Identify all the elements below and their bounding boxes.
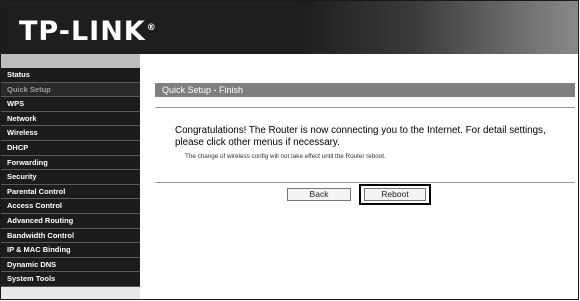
sidebar-item-dhcp[interactable]: DHCP [1,140,140,156]
sidebar-top-band [1,54,140,68]
sidebar-item-wps[interactable]: WPS [1,97,140,112]
tp-link-logo: TP-LINK® [19,13,157,47]
sidebar: Status Quick Setup WPS Network Wireless … [1,54,140,299]
registered-mark: ® [146,23,157,33]
sidebar-item-wireless[interactable]: Wireless [1,126,140,141]
sidebar-item-status[interactable]: Status [1,68,140,83]
sidebar-item-network[interactable]: Network [1,111,140,127]
header-gradient [301,1,578,54]
page-title-bar: Quick Setup - Finish [155,83,575,97]
sidebar-item-dynamic-dns[interactable]: Dynamic DNS [1,257,140,273]
back-button[interactable]: Back [287,188,351,201]
logo-text: TP-LINK [19,16,146,47]
sidebar-item-advanced-routing[interactable]: Advanced Routing [1,213,140,229]
sidebar-item-parental-control[interactable]: Parental Control [1,184,140,200]
divider-top [155,107,575,108]
reboot-button[interactable]: Reboot [364,188,426,201]
success-message: Congratulations! The Router is now conne… [175,125,546,148]
sidebar-item-security[interactable]: Security [1,170,140,185]
sidebar-item-ip-mac-binding[interactable]: IP & MAC Binding [1,243,140,258]
sidebar-item-forwarding[interactable]: Forwarding [1,155,140,171]
main-content: Quick Setup - Finish Congratulations! Th… [147,54,578,299]
header-banner: TP-LINK® [1,1,578,54]
page-title: Quick Setup - Finish [162,85,244,95]
reboot-note: The change of wireless config will not t… [185,153,386,160]
router-admin-window: TP-LINK® Status Quick Setup WPS Network … [0,0,579,300]
sidebar-item-access-control[interactable]: Access Control [1,199,140,214]
sidebar-item-system-tools[interactable]: System Tools [1,272,140,287]
sidebar-menu: Status Quick Setup WPS Network Wireless … [1,68,140,287]
divider-bottom [155,182,575,183]
sidebar-item-quick-setup[interactable]: Quick Setup [1,82,140,98]
sidebar-item-bandwidth-control[interactable]: Bandwidth Control [1,228,140,244]
